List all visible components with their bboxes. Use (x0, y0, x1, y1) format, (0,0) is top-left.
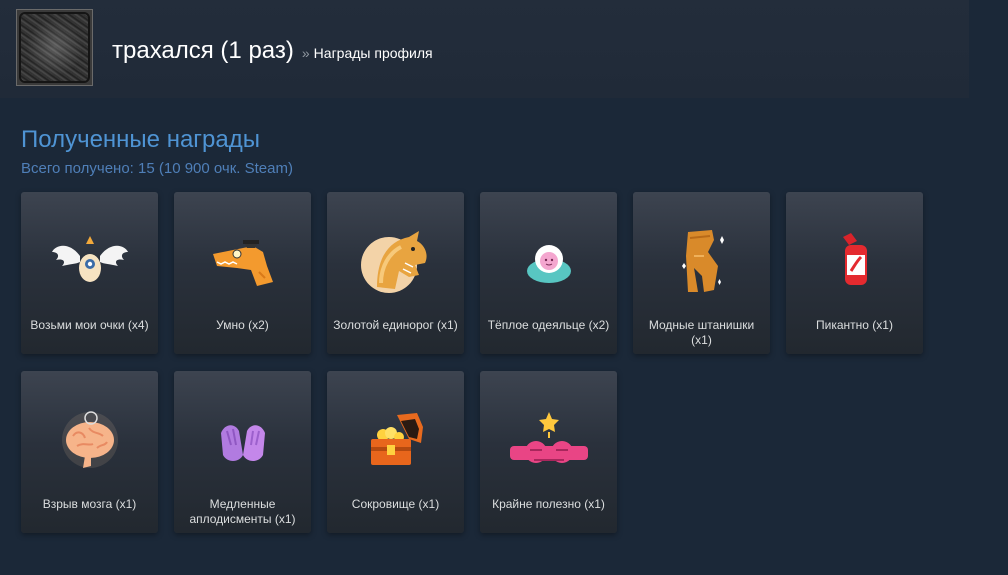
breadcrumb-separator: » (301, 45, 310, 61)
breadcrumb: трахался (1 раз) » Награды профиля (112, 37, 433, 65)
award-tile[interactable]: Возьми мои очки (x4) (21, 192, 158, 354)
treasure-chest-icon (327, 405, 464, 477)
award-label: Возьми мои очки (x4) (30, 318, 149, 332)
award-label: Крайне полезно (x1) (492, 497, 605, 511)
winged-coin-icon (21, 226, 158, 298)
award-label: Взрыв мозга (x1) (42, 497, 137, 511)
award-label: Умно (x2) (216, 318, 269, 332)
award-tile[interactable]: Тёплое одеяльце (x2) (480, 192, 617, 354)
award-label: Тёплое одеяльце (x2) (487, 318, 610, 332)
award-label: Модные штанишки (x1) (648, 318, 755, 347)
award-label: Медленные аплодисменты (x1) (189, 497, 296, 526)
hot-sauce-icon (786, 226, 923, 298)
profile-header: трахался (1 раз) » Награды профиля (0, 0, 969, 98)
brain-explode-icon (21, 405, 158, 477)
slow-clap-icon (174, 405, 311, 477)
award-tile[interactable]: Пикантно (x1) (786, 192, 923, 354)
smart-dino-icon (174, 226, 311, 298)
very-helpful-icon (480, 405, 617, 477)
warm-blanket-icon (480, 226, 617, 298)
award-tile[interactable]: Модные штанишки (x1) (633, 192, 770, 354)
avatar-image (19, 12, 90, 83)
award-label: Пикантно (x1) (816, 318, 893, 332)
award-tile[interactable]: Крайне полезно (x1) (480, 371, 617, 533)
award-tile[interactable]: Взрыв мозга (x1) (21, 371, 158, 533)
award-tile[interactable]: Золотой единорог (x1) (327, 192, 464, 354)
award-label: Сокровище (x1) (351, 497, 440, 511)
fancy-pants-icon (633, 226, 770, 298)
awards-total: Всего получено: 15 (10 900 очк. Steam) (21, 160, 293, 177)
avatar[interactable] (16, 9, 93, 86)
award-tile[interactable]: Медленные аплодисменты (x1) (174, 371, 311, 533)
award-tile[interactable]: Сокровище (x1) (327, 371, 464, 533)
section-title: Полученные награды (21, 126, 261, 153)
award-tile[interactable]: Умно (x2) (174, 192, 311, 354)
award-label: Золотой единорог (x1) (333, 318, 458, 332)
profile-name-link[interactable]: трахался (1 раз) (112, 37, 294, 65)
page-title: Награды профиля (313, 45, 433, 61)
golden-unicorn-icon (327, 226, 464, 298)
